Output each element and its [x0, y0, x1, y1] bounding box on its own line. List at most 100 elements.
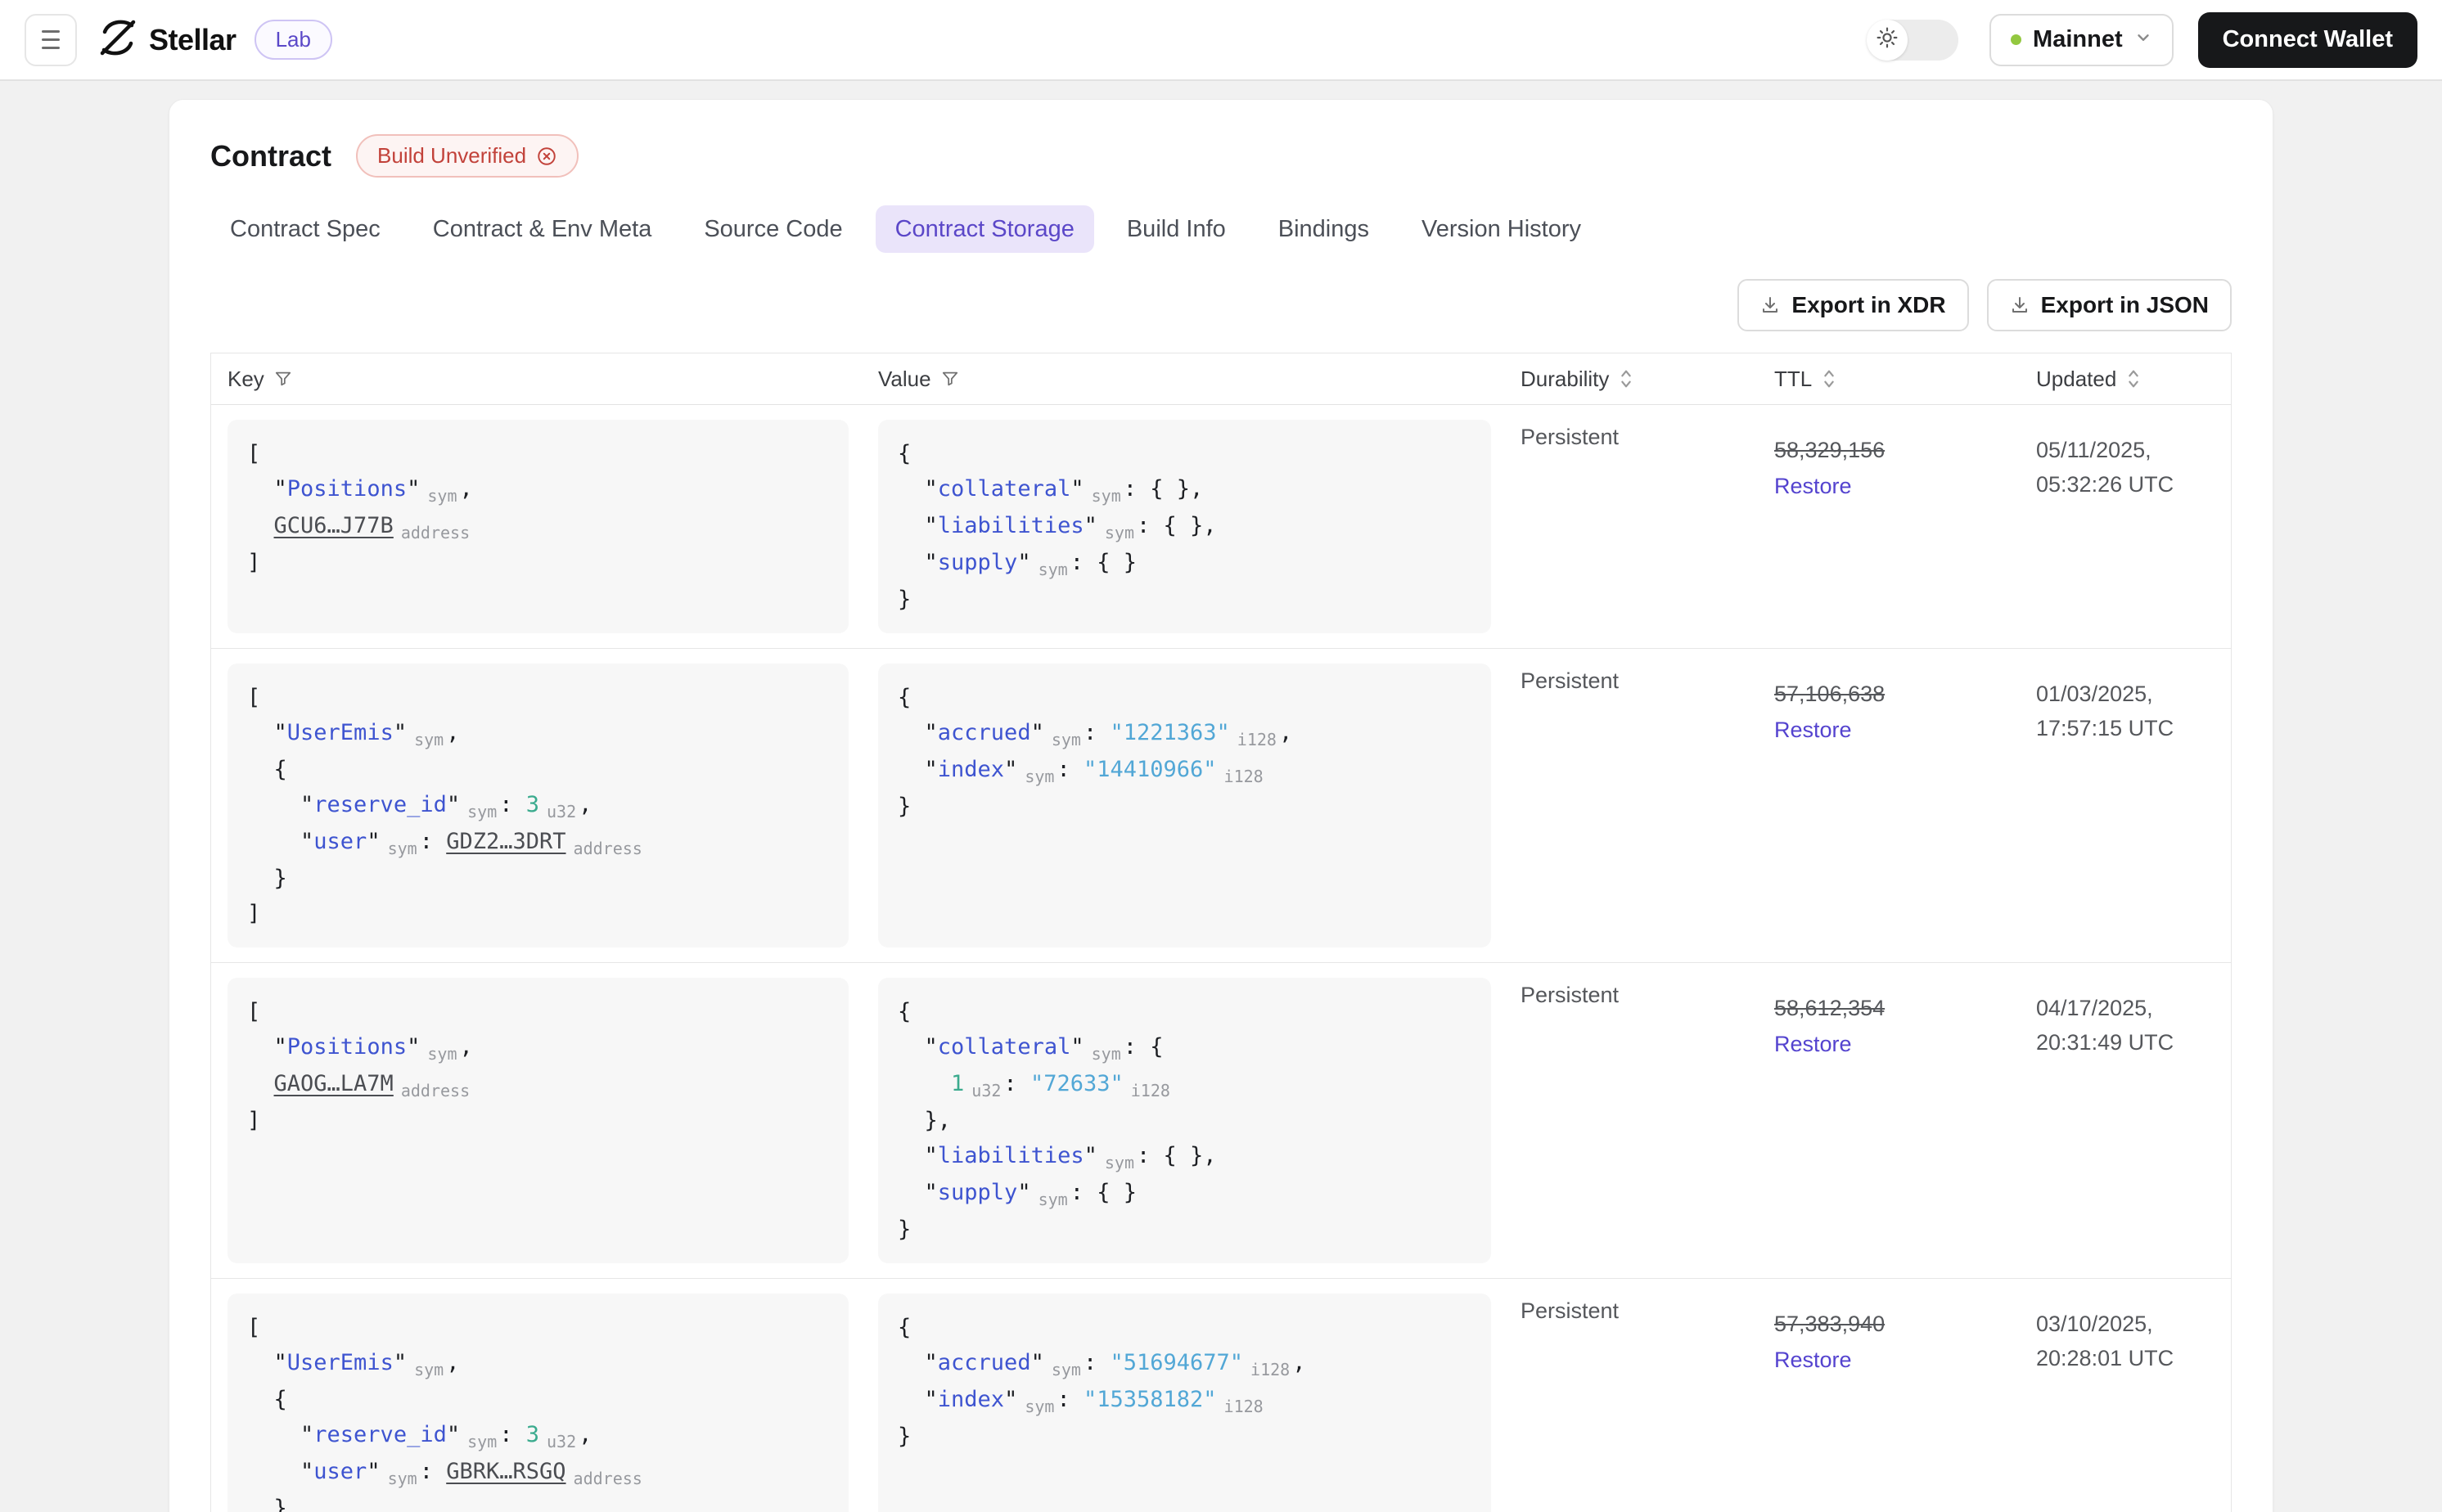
sort-icon[interactable]	[2126, 368, 2141, 389]
address-link[interactable]: GCU6…J77B	[274, 513, 394, 538]
code-text: "	[247, 720, 287, 745]
code-text: "	[1030, 720, 1044, 745]
export-in-xdr-button[interactable]: Export in XDR	[1737, 279, 1969, 331]
code-text: {	[898, 1315, 912, 1340]
json-string-value: "51694677"	[1110, 1350, 1244, 1375]
address-link[interactable]: GAOG…LA7M	[274, 1071, 394, 1096]
code-line: [	[247, 436, 829, 471]
value-type-label: sym	[467, 1432, 498, 1451]
tab-build-info[interactable]: Build Info	[1107, 205, 1246, 253]
address-link[interactable]: GDZ2…3DRT	[446, 829, 565, 854]
column-header-durability: Durability	[1504, 353, 1758, 404]
filter-icon[interactable]	[941, 370, 959, 388]
network-selector[interactable]: Mainnet	[1989, 13, 2174, 66]
address-link[interactable]: GBRK…RSGQ	[446, 1459, 565, 1484]
code-text: :	[499, 1422, 526, 1447]
code-text: "	[1004, 757, 1018, 782]
code-text: "	[1084, 513, 1097, 538]
key-code-box: [ "UserEmis" sym, { "reserve_id" sym: 3 u32…	[228, 664, 849, 947]
value-code-box: { "accrued" sym: "51694677" i128, "index" s…	[878, 1294, 1491, 1512]
ttl-value: 57,106,638	[1774, 682, 1886, 706]
ttl-value: 58,612,354	[1774, 996, 1886, 1020]
json-key: UserEmis	[286, 1350, 394, 1375]
value-type-label: sym	[1104, 523, 1134, 542]
x-circle-icon[interactable]	[536, 146, 557, 167]
chevron-down-icon	[2134, 29, 2152, 51]
tab-bindings[interactable]: Bindings	[1259, 205, 1389, 253]
export-row: Export in XDR Export in JSON	[210, 279, 2232, 331]
code-line: 1 u32: "72633" i128	[898, 1066, 1471, 1103]
code-line: "reserve_id" sym: 3 u32,	[247, 787, 829, 824]
sort-icon[interactable]	[1822, 368, 1836, 389]
code-text: :	[499, 792, 526, 817]
code-text: }	[898, 587, 912, 612]
code-text: "	[898, 550, 938, 575]
restore-link[interactable]: Restore	[1774, 713, 1852, 747]
code-text: }	[898, 1217, 912, 1242]
json-string-value: "1221363"	[1110, 720, 1230, 745]
export-button-label: Export in XDR	[1791, 292, 1946, 317]
json-key: Positions	[286, 1034, 408, 1060]
value-type-label: address	[400, 1081, 471, 1100]
tab-source-code[interactable]: Source Code	[684, 205, 862, 253]
code-text: : {	[1123, 1034, 1164, 1060]
hamburger-icon	[42, 30, 60, 33]
value-type-label: i128	[1250, 1360, 1291, 1379]
code-line: "liabilities" sym: { },	[898, 1138, 1471, 1175]
restore-link[interactable]: Restore	[1774, 469, 1852, 503]
value-type-label: sym	[427, 1044, 457, 1064]
hamburger-menu-button[interactable]	[25, 13, 77, 66]
key-code-box: [ "Positions" sym, GCU6…J77B address]	[228, 420, 849, 633]
restore-link[interactable]: Restore	[1774, 1343, 1852, 1377]
code-text: [	[247, 441, 261, 466]
ttl-cell: 58,329,156 Restore	[1758, 405, 2020, 648]
code-text: "	[898, 1143, 938, 1168]
code-line: "UserEmis" sym,	[247, 715, 829, 752]
value-type-label: u32	[971, 1081, 1002, 1100]
code-text: "	[247, 829, 314, 854]
stellar-logo-icon	[98, 18, 137, 61]
value-code-box: { "collateral" sym: { 1 u32: "72633" i128 }…	[878, 978, 1491, 1263]
sort-icon[interactable]	[1619, 368, 1633, 389]
json-key: supply	[937, 1180, 1018, 1205]
code-text: "	[367, 1459, 381, 1484]
tab-version-history[interactable]: Version History	[1402, 205, 1601, 253]
tab-contract-storage[interactable]: Contract Storage	[875, 205, 1094, 253]
page-title: Contract	[210, 138, 332, 173]
column-label: Value	[878, 366, 931, 391]
column-label: Updated	[2036, 366, 2117, 391]
value-type-label: sym	[1104, 1153, 1134, 1172]
updated-time: 05:32:26 UTC	[2036, 472, 2174, 497]
json-string-value: "15358182"	[1083, 1387, 1217, 1412]
durability-cell: Persistent	[1521, 983, 1620, 1007]
code-text: "	[407, 1034, 421, 1060]
value-type-label: sym	[1025, 1397, 1055, 1416]
json-key: accrued	[937, 1350, 1031, 1375]
json-number-value: 3	[525, 1422, 540, 1447]
stellar-logo[interactable]: Stellar	[98, 18, 237, 61]
tab-contract-spec[interactable]: Contract Spec	[210, 205, 400, 253]
export-in-json-button[interactable]: Export in JSON	[1986, 279, 2232, 331]
page-background: Contract Build Unverified Contract Spec C…	[0, 81, 2442, 1512]
code-line: ]	[247, 1103, 829, 1138]
code-text: ,	[579, 792, 592, 817]
code-text: "	[1030, 1350, 1044, 1375]
connect-wallet-button[interactable]: Connect Wallet	[2197, 11, 2417, 68]
theme-toggle[interactable]	[1867, 19, 1959, 61]
code-text: [	[247, 685, 261, 710]
json-key: liabilities	[937, 513, 1084, 538]
json-key: collateral	[937, 1034, 1071, 1060]
table-row: [ "UserEmis" sym, { "reserve_id" sym: 3 u32…	[211, 1279, 2231, 1512]
code-text: : { }	[1070, 1180, 1137, 1205]
filter-icon[interactable]	[274, 370, 292, 388]
value-cell: { "collateral" sym: { 1 u32: "72633" i128 }…	[862, 963, 1504, 1278]
durability-cell: Persistent	[1521, 1298, 1620, 1323]
code-text: "	[1017, 1180, 1031, 1205]
code-text: }	[247, 1496, 287, 1512]
restore-link[interactable]: Restore	[1774, 1027, 1852, 1061]
code-text: }	[898, 794, 912, 819]
code-text: :	[1083, 720, 1111, 745]
code-text: "	[898, 757, 938, 782]
tab-contract-env-meta[interactable]: Contract & Env Meta	[413, 205, 672, 253]
ttl-value: 57,383,940	[1774, 1312, 1886, 1336]
